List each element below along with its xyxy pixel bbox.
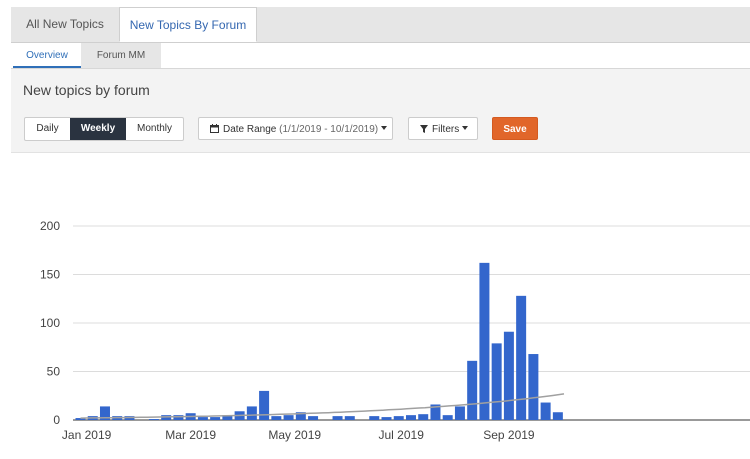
bar (148, 419, 159, 420)
bar (344, 416, 355, 420)
y-tick-label: 0 (53, 413, 60, 427)
bar (197, 417, 208, 420)
bar (271, 416, 282, 420)
bar (467, 360, 478, 420)
filters-label: Filters (432, 124, 460, 135)
x-tick-label: Mar 2019 (165, 428, 216, 442)
bar (479, 262, 490, 420)
bar (405, 415, 416, 420)
tab-forum-mm[interactable]: Forum MM (81, 43, 161, 68)
weekly-topics-chart: 0 50 100 150 200 Jan 2019 Mar 2019 May 2019 Jul … (40, 219, 750, 442)
save-button[interactable]: Save (492, 117, 538, 140)
bar (442, 415, 453, 420)
top-tab-bar: All New Topics New Topics By Forum (11, 7, 750, 43)
bar (210, 417, 221, 420)
caret-down-icon (381, 126, 388, 130)
date-range-label: Date Range (223, 124, 277, 135)
date-range-value: (1/1/2019 - 10/1/2019) (279, 124, 379, 135)
filters-button[interactable]: Filters (408, 117, 478, 140)
bar (381, 417, 392, 420)
x-tick-label: Jan 2019 (62, 428, 112, 442)
bar (516, 295, 527, 420)
x-tick-label: May 2019 (268, 428, 321, 442)
x-tick-label: Sep 2019 (483, 428, 535, 442)
y-tick-label: 50 (47, 365, 61, 379)
tab-all-new-topics[interactable]: All New Topics (11, 7, 119, 42)
date-range-button[interactable]: Date Range (1/1/2019 - 10/1/2019) (198, 117, 393, 140)
bar (454, 406, 465, 420)
chart-area: 0 50 100 150 200 Jan 2019 Mar 2019 May 2019 Jul … (11, 153, 750, 454)
bar (418, 414, 429, 420)
page-title: New topics by forum (23, 82, 150, 98)
bar (552, 412, 563, 420)
y-tick-label: 100 (40, 316, 60, 330)
calendar-icon (210, 124, 219, 133)
bar (369, 416, 380, 420)
tab-new-topics-by-forum[interactable]: New Topics By Forum (119, 7, 257, 42)
y-tick-label: 150 (40, 268, 60, 282)
bar (283, 415, 294, 420)
bar (491, 343, 502, 420)
bar (393, 416, 404, 420)
daily-button[interactable]: Daily (25, 118, 70, 140)
bar (332, 416, 343, 420)
trend-line (80, 393, 565, 419)
bar (308, 416, 319, 420)
bar (503, 331, 514, 420)
caret-down-icon (462, 126, 469, 130)
sub-tab-bar: Overview Forum MM (11, 43, 750, 69)
granularity-toggle: Daily Weekly Monthly (24, 117, 184, 141)
filter-icon (420, 125, 428, 133)
weekly-button[interactable]: Weekly (70, 118, 126, 140)
y-tick-label: 200 (40, 219, 60, 233)
monthly-button[interactable]: Monthly (126, 118, 183, 140)
bar (540, 402, 551, 420)
bar (246, 406, 257, 420)
controls-panel: New topics by forum Daily Weekly Monthly… (11, 69, 750, 153)
tab-overview[interactable]: Overview (13, 43, 81, 68)
x-tick-label: Jul 2019 (379, 428, 425, 442)
bar (528, 354, 539, 420)
